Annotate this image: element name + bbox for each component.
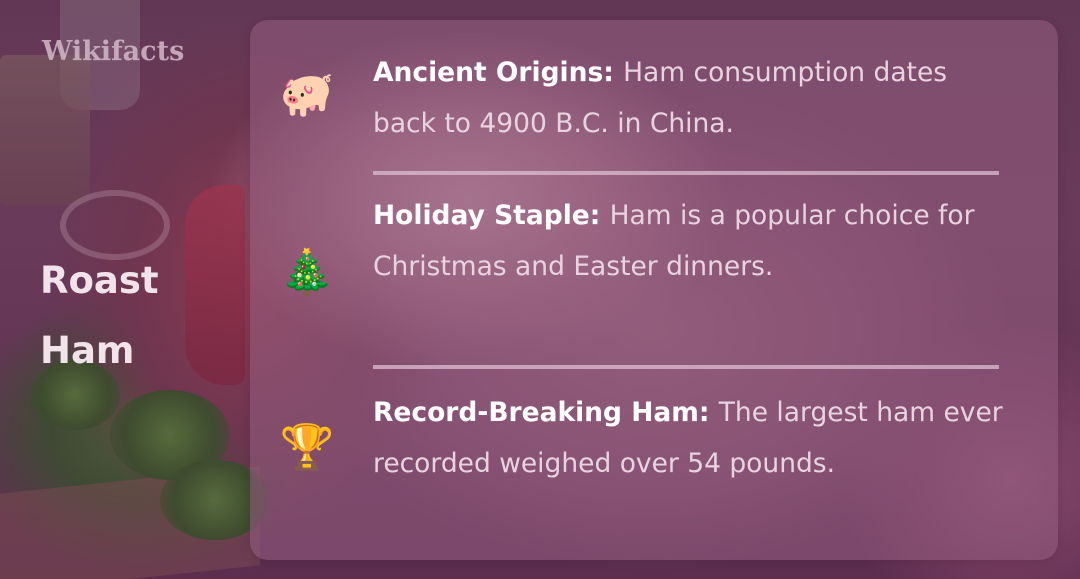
fact-divider	[373, 365, 999, 369]
fact-item: 🐖 Ancient Origins: Ham consumption dates…	[250, 42, 1058, 152]
fact-item: 🎄 Holiday Staple: Ham is a popular choic…	[250, 190, 1058, 360]
fact-heading: Holiday Staple:	[373, 200, 610, 231]
trophy-icon: 🏆	[279, 422, 335, 473]
fact-heading: Ancient Origins:	[373, 57, 624, 88]
pig-icon: 🐖	[279, 69, 335, 120]
fact-text: Record-Breaking Ham: The largest ham eve…	[373, 387, 1013, 489]
page-title: Roast Ham	[40, 259, 159, 372]
brand-logo: Wikifacts	[42, 36, 185, 67]
facts-card: 🐖 Ancient Origins: Ham consumption dates…	[250, 20, 1058, 560]
fact-item: 🏆 Record-Breaking Ham: The largest ham e…	[250, 387, 1058, 557]
fact-heading: Record-Breaking Ham:	[373, 397, 719, 428]
fact-divider	[373, 171, 999, 175]
background-candle	[0, 55, 90, 205]
christmas-tree-icon: 🎄	[279, 247, 335, 298]
fact-text: Holiday Staple: Ham is a popular choice …	[373, 190, 1013, 292]
fact-text: Ancient Origins: Ham consumption dates b…	[373, 47, 1013, 149]
